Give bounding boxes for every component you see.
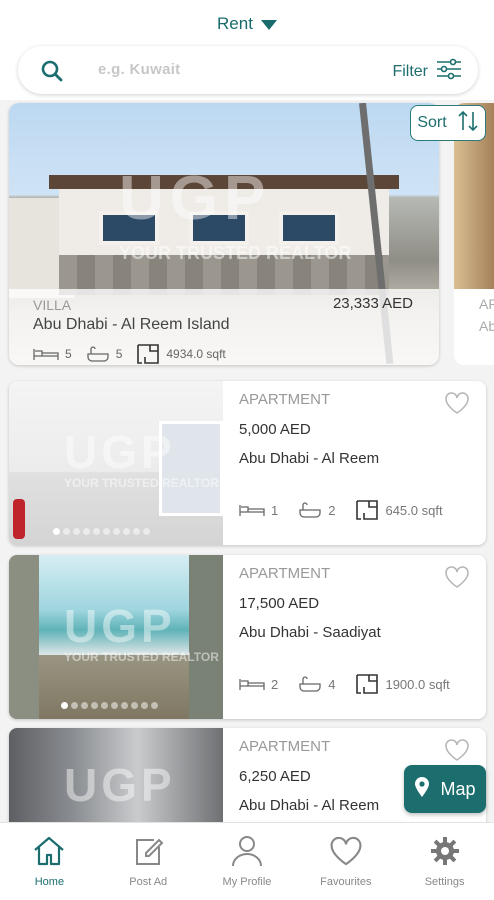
nav-favourites-label: Favourites (320, 876, 372, 888)
map-pin-icon (414, 776, 430, 803)
photo-indicator (53, 528, 150, 535)
filter-label: Filter (392, 62, 428, 80)
property-type: APARTMENT (239, 565, 331, 582)
baths-count: 2 (328, 502, 336, 518)
floorplan-icon (355, 499, 379, 521)
nav-post-ad[interactable]: Post Ad (99, 823, 198, 900)
search-input[interactable]: e.g. Kuwait (98, 61, 180, 78)
floorplan-icon (355, 673, 379, 695)
property-features: 5 5 4934.0 sqft (33, 343, 226, 365)
beds-count: 1 (271, 502, 279, 518)
favourite-heart-icon[interactable] (444, 391, 470, 420)
beds-count: 2 (271, 676, 279, 692)
watermark-logo: UGP (64, 759, 176, 811)
area-value: 4934.0 sqft (166, 347, 226, 361)
watermark-logo: UGP (64, 600, 176, 652)
map-label: Map (440, 778, 476, 799)
caret-down-icon (260, 19, 277, 30)
nav-my-profile[interactable]: My Profile (198, 823, 297, 900)
watermark-logo: UGP (119, 164, 272, 233)
sliders-icon (436, 58, 462, 85)
property-type: VILLA (33, 297, 72, 313)
bath-icon (298, 502, 322, 518)
featured-info: VILLA 23,333 AED Abu Dhabi - Al Reem Isl… (9, 289, 439, 365)
nav-post-ad-label: Post Ad (129, 876, 168, 888)
bed-icon (239, 677, 265, 691)
favourite-heart-icon[interactable] (444, 738, 470, 767)
map-button[interactable]: Map (404, 765, 486, 813)
peek-type: AP (479, 296, 494, 312)
property-features: 1 2 645.0 sqft (239, 499, 443, 521)
sort-arrows-icon (457, 110, 479, 137)
nav-home-label: Home (34, 876, 65, 888)
watermark-tagline: YOUR TRUSTED REALTOR (64, 476, 219, 490)
heart-icon (329, 835, 363, 870)
next-featured-card[interactable]: AP Ab (454, 103, 494, 365)
floorplan-icon (136, 343, 160, 365)
property-price: 17,500 AED (239, 595, 320, 612)
beds-count: 5 (65, 347, 72, 361)
watermark-tagline: YOUR TRUSTED REALTOR (119, 243, 352, 263)
peek-location: Ab (479, 318, 494, 334)
bath-icon (86, 346, 110, 362)
gear-icon (429, 835, 461, 870)
nav-my-profile-label: My Profile (222, 876, 272, 888)
rent-label: Rent (217, 14, 253, 33)
property-price: 23,333 AED (332, 295, 413, 312)
favourite-heart-icon[interactable] (444, 565, 470, 594)
home-icon (32, 835, 66, 870)
watermark-tagline: YOUR TRUSTED REALTOR (64, 650, 219, 664)
search-icon[interactable] (40, 59, 64, 88)
edit-icon (132, 835, 164, 870)
sort-button[interactable]: Sort (410, 105, 486, 141)
property-location: Abu Dhabi - Saadiyat (239, 624, 381, 641)
nav-favourites[interactable]: Favourites (296, 823, 395, 900)
nav-settings[interactable]: Settings (395, 823, 494, 900)
search-bar[interactable]: e.g. Kuwait Filter (18, 46, 478, 94)
property-features: 2 4 1900.0 sqft (239, 673, 450, 695)
bottom-nav: Home Post Ad My Profile Favourites Setti… (0, 822, 494, 900)
property-type: APARTMENT (239, 391, 331, 408)
nav-settings-label: Settings (424, 876, 465, 888)
photo-indicator (61, 702, 158, 709)
listing-card[interactable]: UGP YOUR TRUSTED REALTOR APARTMENT 5,000… (9, 381, 486, 545)
user-icon (230, 835, 264, 870)
baths-count: 5 (115, 347, 123, 361)
listing-card[interactable]: UGP YOUR TRUSTED REALTOR APARTMENT 17,50… (9, 555, 486, 719)
nav-home[interactable]: Home (0, 823, 99, 900)
property-location: Abu Dhabi - Al Reem (239, 450, 380, 467)
bath-icon (298, 676, 322, 692)
top-bar: Rent e.g. Kuwait Filter (0, 0, 494, 100)
property-type: APARTMENT (239, 738, 331, 755)
property-location: Abu Dhabi - Al Reem (239, 797, 380, 814)
property-location: Abu Dhabi - Al Reem Island (33, 316, 230, 333)
listing-photo[interactable]: UGP YOUR TRUSTED REALTOR (9, 555, 223, 719)
featured-listing-card[interactable]: UGP YOUR TRUSTED REALTOR VILLA 23,333 AE… (9, 103, 439, 365)
property-price: 5,000 AED (239, 421, 311, 438)
property-price: 6,250 AED (239, 768, 311, 785)
rent-selector[interactable]: Rent (0, 14, 494, 34)
watermark-logo: UGP (64, 426, 176, 478)
bed-icon (33, 347, 59, 361)
sort-label: Sort (417, 114, 447, 131)
baths-count: 4 (328, 676, 336, 692)
filter-button[interactable]: Filter (392, 58, 462, 85)
listing-photo[interactable]: UGP YOUR TRUSTED REALTOR (9, 381, 223, 545)
area-value: 645.0 sqft (385, 502, 443, 518)
bed-icon (239, 503, 265, 517)
area-value: 1900.0 sqft (385, 676, 450, 692)
